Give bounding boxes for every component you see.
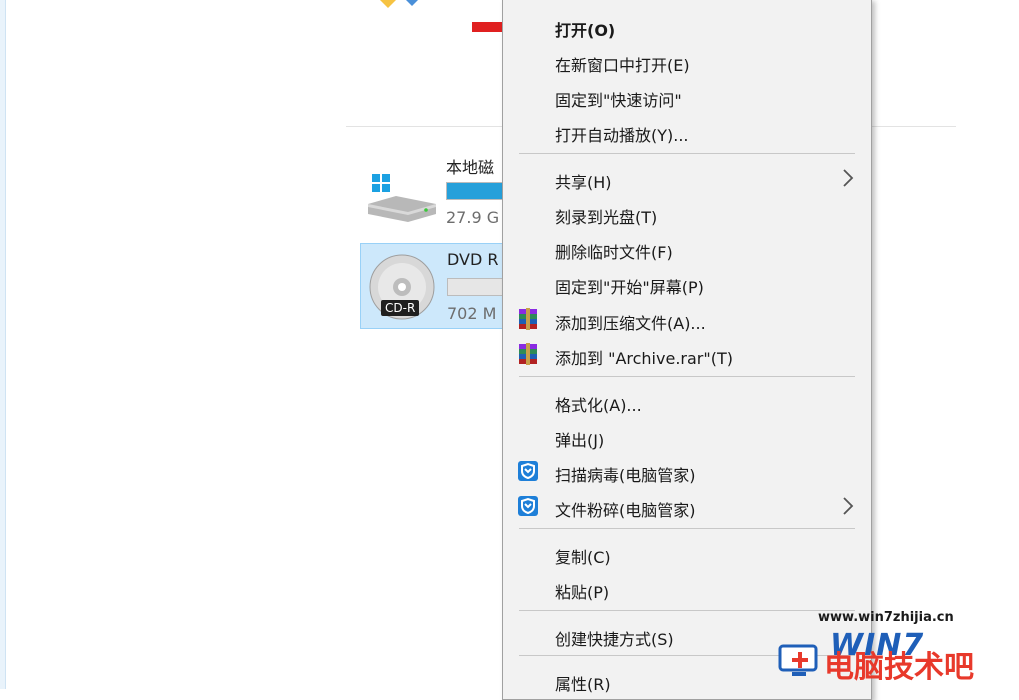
menu-item-open-new-window[interactable]: 在新窗口中打开(E) [503, 44, 871, 78]
drive-dvd-name: DVD R [447, 250, 499, 269]
chevron-right-icon [843, 169, 854, 187]
menu-item-pin-start[interactable]: 固定到"开始"屏幕(P) [503, 266, 871, 300]
menu-item-label: 删除临时文件(F) [555, 243, 673, 262]
menu-item-add-archive[interactable]: 添加到压缩文件(A)... [503, 302, 871, 336]
menu-item-label: 粘贴(P) [555, 583, 610, 602]
menu-item-delete-temp[interactable]: 删除临时文件(F) [503, 231, 871, 265]
menu-item-pin-quick-access[interactable]: 固定到"快速访问" [503, 79, 871, 113]
menu-item-label: 属性(R) [555, 675, 611, 694]
menu-item-copy[interactable]: 复制(C) [503, 536, 871, 570]
menu-item-label: 扫描病毒(电脑管家) [555, 466, 696, 485]
menu-item-label: 在新窗口中打开(E) [555, 56, 690, 75]
menu-item-label: 打开自动播放(Y)... [555, 126, 689, 145]
menu-item-format[interactable]: 格式化(A)... [503, 384, 871, 418]
menu-item-open[interactable]: 打开(O) [503, 9, 871, 43]
tencent-shield-icon [518, 461, 538, 481]
computer-icon [778, 644, 818, 676]
context-menu: 打开(O) 在新窗口中打开(E) 固定到"快速访问" 打开自动播放(Y)... 共享(H… [502, 0, 872, 700]
winrar-icon [519, 343, 537, 365]
watermark-text: 电脑技术吧 [824, 650, 974, 685]
menu-separator [519, 528, 855, 529]
menu-item-label: 弹出(J) [555, 431, 605, 450]
menu-item-paste[interactable]: 粘贴(P) [503, 571, 871, 605]
menu-item-label: 复制(C) [555, 548, 611, 567]
menu-item-label: 固定到"快速访问" [555, 91, 682, 110]
menu-item-label: 添加到压缩文件(A)... [555, 314, 706, 333]
menu-item-shred-file[interactable]: 文件粉碎(电脑管家) [503, 489, 871, 523]
menu-item-autoplay[interactable]: 打开自动播放(Y)... [503, 114, 871, 148]
chevron-right-icon [843, 497, 854, 515]
menu-item-label: 添加到 "Archive.rar"(T) [555, 349, 733, 368]
menu-item-scan-virus[interactable]: 扫描病毒(电脑管家) [503, 454, 871, 488]
menu-item-label: 共享(H) [555, 173, 612, 192]
drive-local-size: 27.9 G [446, 208, 500, 227]
partial-folder-icon [380, 0, 418, 8]
tencent-shield-icon [518, 496, 538, 516]
menu-item-eject[interactable]: 弹出(J) [503, 419, 871, 453]
cdr-badge: CD-R [381, 300, 420, 316]
watermark-url: www.win7zhijia.cn [818, 610, 954, 625]
menu-item-share[interactable]: 共享(H) [503, 161, 871, 195]
menu-item-label: 打开(O) [555, 21, 616, 40]
menu-item-add-archive-rar[interactable]: 添加到 "Archive.rar"(T) [503, 337, 871, 371]
watermark: www.win7zhijia.cn WIN7 电脑技术吧 [778, 606, 1019, 689]
menu-item-label: 刻录到光盘(T) [555, 208, 658, 227]
drive-dvd-size: 702 M [447, 304, 497, 323]
menu-item-burn-disc[interactable]: 刻录到光盘(T) [503, 196, 871, 230]
menu-item-label: 格式化(A)... [555, 396, 642, 415]
menu-item-label: 固定到"开始"屏幕(P) [555, 278, 704, 297]
menu-separator [519, 376, 855, 377]
winrar-icon [519, 308, 537, 330]
hard-drive-icon [368, 174, 436, 222]
window-left-edge [0, 0, 6, 689]
menu-item-label: 创建快捷方式(S) [555, 630, 674, 649]
drive-local-name: 本地磁 [446, 158, 495, 177]
drive-local-disk[interactable]: 本地磁 27.9 G [360, 150, 516, 234]
menu-item-label: 文件粉碎(电脑管家) [555, 501, 696, 520]
drive-dvd[interactable]: CD-R DVD R 702 M [360, 243, 517, 329]
menu-separator [519, 153, 855, 154]
